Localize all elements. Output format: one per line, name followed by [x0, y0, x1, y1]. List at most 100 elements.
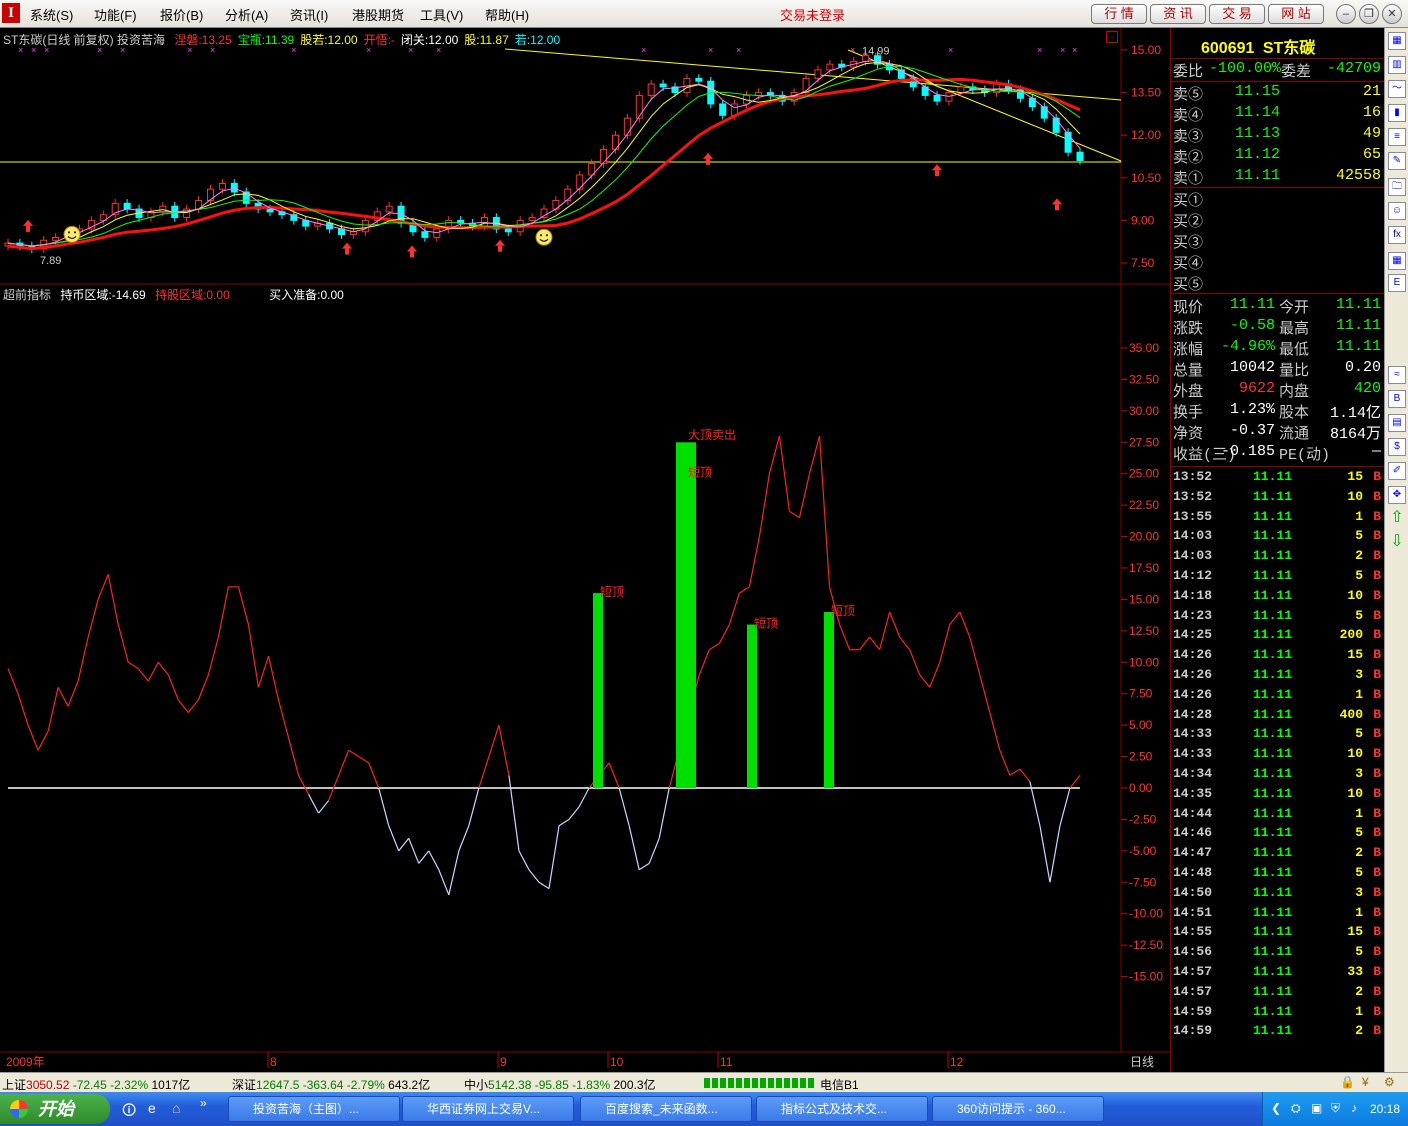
candle: [504, 228, 512, 233]
chart-options-icon[interactable]: ▫: [1106, 31, 1118, 43]
chart-title: ST东碳(日线 前复权) 投资苦海: [3, 33, 165, 47]
stat-label: 内盘: [1279, 384, 1310, 401]
tick-direction: B: [1373, 983, 1381, 999]
grid-icon[interactable]: ▦: [1388, 32, 1406, 50]
tray-monitor-icon[interactable]: ▣: [1311, 1101, 1322, 1115]
restore-icon[interactable]: ❐: [1359, 4, 1379, 24]
etf-icon[interactable]: E: [1388, 274, 1406, 292]
tray-shield-icon[interactable]: ⛨: [1331, 1101, 1340, 1116]
trade-button[interactable]: 交 易: [1209, 4, 1265, 24]
taskbar-item[interactable]: 指标公式及技术交...: [756, 1096, 928, 1122]
stat-label: 股本: [1279, 405, 1310, 422]
taskbar-item[interactable]: 华西证券网上交易V...: [402, 1096, 574, 1122]
menu-tools[interactable]: 工具(V): [420, 5, 463, 24]
indicator-tick-label: 15.00: [1129, 592, 1159, 606]
folder-icon[interactable]: 🗀: [1388, 178, 1406, 196]
browser-icon[interactable]: e: [148, 1100, 156, 1116]
note-icon[interactable]: ✎: [1388, 152, 1406, 170]
market-button[interactable]: 行 情: [1091, 4, 1147, 24]
tray-settings-icon[interactable]: ⚙: [1384, 1075, 1395, 1089]
fx-icon[interactable]: fx: [1388, 226, 1406, 244]
signal-x-icon: ×: [1072, 45, 1077, 55]
candle: [623, 117, 631, 136]
indicator-tick-label: 32.50: [1129, 372, 1159, 386]
down-arrow-icon[interactable]: ⇩: [1388, 534, 1406, 552]
indicator-tick-label: -15.00: [1129, 970, 1163, 984]
tick-direction: B: [1373, 706, 1381, 722]
indicator-header: 超前指标 持币区域:-14.69 持股区域:0.00 买入准备:0.00: [3, 286, 344, 303]
ask-price: 11.14: [1235, 104, 1281, 121]
tick-price: 11.11: [1253, 746, 1293, 762]
stat-label: 最高: [1279, 321, 1310, 338]
tick-direction: B: [1373, 944, 1381, 960]
minimize-icon[interactable]: –: [1336, 4, 1356, 24]
indicator-line-segment: [488, 724, 500, 757]
chart-canvas[interactable]: × × × × × × × × × × × × × × × × × × ×14.997.89 15.0013.501…: [0, 28, 1170, 1072]
menu-system[interactable]: 系统(S): [30, 5, 73, 24]
tick-time: 13:55: [1173, 508, 1213, 524]
wave-icon[interactable]: ≈: [1388, 366, 1406, 384]
tray-back-icon[interactable]: ❮: [1271, 1101, 1281, 1115]
tick-price: 11.11: [1253, 924, 1293, 940]
list-icon[interactable]: ≡: [1388, 128, 1406, 146]
website-button[interactable]: 网 站: [1268, 4, 1324, 24]
close-icon[interactable]: ✕: [1382, 4, 1402, 24]
sh-index[interactable]: 上证3050.52 -72.45 -2.32% 1017亿: [2, 1076, 190, 1093]
stat-row: 涨幅 -4.96% 最低 11.11: [1173, 338, 1383, 359]
time-label: 12: [950, 1055, 964, 1069]
tray-network-icon[interactable]: ⛭: [1291, 1101, 1301, 1116]
zx-index[interactable]: 中小5142.38 -95.85 -1.83% 200.3亿: [464, 1076, 656, 1093]
candlestick-chart[interactable]: × × × × × × × × × × × × × × × × × × ×14.997.89: [0, 45, 1122, 267]
stat-row: 外盘 9622 内盘 420: [1173, 380, 1383, 401]
chart-area[interactable]: × × × × × × × × × × × × × × × × × × × 14.99 7.89 15.00 13.50 1…: [0, 28, 1170, 1080]
taskbar-item[interactable]: 百度搜索_未来函数...: [580, 1096, 752, 1122]
ask-label: 卖④: [1173, 108, 1204, 125]
menu-function[interactable]: 功能(F): [94, 5, 137, 24]
taskbar-item[interactable]: 360访问提示 - 360...: [932, 1096, 1104, 1122]
menu-hk-futures[interactable]: 港股期货: [352, 5, 404, 24]
line-chart-icon[interactable]: 〜: [1388, 80, 1406, 98]
indicator-line-segment: [889, 611, 901, 638]
indicator-line-segment: [77, 637, 89, 682]
up-arrow-icon[interactable]: ⇧: [1388, 510, 1406, 528]
tray-volume-icon[interactable]: ♪: [1351, 1101, 1357, 1115]
stat-value: 8164万: [1329, 426, 1381, 443]
taskbar-item[interactable]: 投资苦海（主图）...: [228, 1096, 400, 1122]
table-icon[interactable]: ▤: [1388, 414, 1406, 432]
server-name[interactable]: 电信B1: [820, 1076, 859, 1093]
period-label[interactable]: 日线: [1130, 1055, 1154, 1069]
dollar-icon[interactable]: $: [1388, 438, 1406, 456]
tick-time: 14:50: [1173, 884, 1213, 900]
indicator-tick-label: 27.50: [1129, 435, 1159, 449]
indicator-value: 股若:12.00: [300, 33, 358, 47]
indicator-line-segment: [237, 586, 250, 625]
more-chevron-icon[interactable]: »: [200, 1096, 207, 1110]
indicator-line-segment: [739, 586, 750, 594]
home-icon[interactable]: ⌂: [172, 1100, 180, 1116]
menu-quote[interactable]: 报价(B): [160, 5, 203, 24]
pen-icon[interactable]: ✐: [1388, 462, 1406, 480]
indicator-chart[interactable]: 短顶大顶卖出短顶短顶短顶: [7, 428, 1081, 896]
grid2-icon[interactable]: ▦: [1388, 252, 1406, 270]
windows-logo-icon: [10, 1100, 28, 1118]
users-icon[interactable]: ☺: [1388, 202, 1406, 220]
bar-chart-icon[interactable]: ▥: [1388, 56, 1406, 74]
indicator-value: 股:11.87: [464, 33, 509, 47]
indicator-tick-label: 12.50: [1129, 624, 1159, 638]
ask-price: 11.13: [1235, 125, 1281, 142]
menu-info[interactable]: 资讯(I): [290, 5, 328, 24]
menu-analysis[interactable]: 分析(A): [225, 5, 268, 24]
tray-lock-icon[interactable]: 🔒: [1340, 1075, 1355, 1089]
candle-icon[interactable]: ▮: [1388, 104, 1406, 122]
sz-index[interactable]: 深证12647.5 -363.64 -2.79% 643.2亿: [232, 1076, 430, 1093]
tray-coin-icon[interactable]: ¥: [1362, 1075, 1369, 1089]
move-icon[interactable]: ✥: [1388, 486, 1406, 504]
bond-icon[interactable]: B: [1388, 390, 1406, 408]
quicklaunch-icon[interactable]: 🛈: [122, 1100, 136, 1124]
start-button[interactable]: 开始: [0, 1094, 110, 1124]
menu-help[interactable]: 帮助(H): [485, 5, 529, 24]
news-button[interactable]: 资 讯: [1150, 4, 1206, 24]
app-logo-icon: I: [2, 3, 20, 23]
indicator-line-segment: [87, 599, 99, 638]
indicator-line-segment: [919, 674, 931, 688]
